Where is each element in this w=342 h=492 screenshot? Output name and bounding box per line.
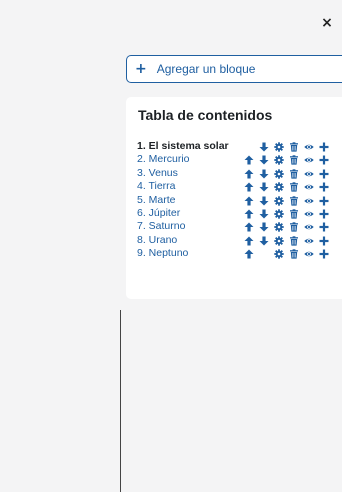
- toc-block: Tabla de contenidos 1. El sistema solar 2…: [126, 97, 342, 299]
- add-block-label: Agregar un bloque: [156, 62, 256, 76]
- visibility-icon[interactable]: [304, 209, 314, 219]
- move-up-icon[interactable]: [244, 182, 254, 192]
- settings-icon[interactable]: [274, 182, 284, 192]
- delete-icon[interactable]: [289, 169, 299, 179]
- move-up-icon[interactable]: [244, 236, 254, 246]
- visibility-icon[interactable]: [304, 182, 314, 192]
- move-down-icon[interactable]: [259, 222, 269, 232]
- move-up-icon[interactable]: [244, 196, 254, 206]
- move-down-icon[interactable]: [259, 142, 269, 152]
- toc-item-label: 1. El sistema solar: [137, 140, 229, 152]
- settings-icon[interactable]: [274, 249, 284, 259]
- settings-icon[interactable]: [274, 195, 284, 206]
- toc-item-label[interactable]: 8. Urano: [137, 234, 177, 246]
- toc-item-label[interactable]: 4. Tierra: [137, 180, 176, 192]
- visibility-icon[interactable]: [304, 142, 314, 152]
- delete-icon[interactable]: [289, 222, 299, 232]
- close-drawer-button[interactable]: ×: [320, 16, 334, 30]
- move-up-icon[interactable]: [244, 155, 254, 165]
- toc-item: 5. Marte: [137, 194, 342, 207]
- add-icon[interactable]: [319, 155, 329, 165]
- delete-icon[interactable]: [289, 155, 299, 165]
- move-down-icon[interactable]: [259, 236, 269, 246]
- add-block-button[interactable]: + Agregar un bloque: [126, 55, 342, 83]
- toc-item-label[interactable]: 2. Mercurio: [137, 153, 190, 165]
- toc-item-label[interactable]: 9. Neptuno: [137, 247, 188, 259]
- add-icon[interactable]: [319, 142, 329, 152]
- toc-item: 2. Mercurio: [137, 153, 342, 166]
- toc-item: 1. El sistema solar: [137, 140, 342, 153]
- delete-icon[interactable]: [289, 236, 299, 246]
- add-icon[interactable]: [319, 169, 329, 179]
- visibility-icon[interactable]: [304, 196, 314, 206]
- settings-icon[interactable]: [274, 222, 284, 233]
- add-icon[interactable]: [319, 249, 329, 259]
- toc-item-label[interactable]: 6. Júpiter: [137, 207, 180, 219]
- settings-icon[interactable]: [274, 142, 284, 152]
- toc-item-label[interactable]: 5. Marte: [137, 194, 176, 206]
- delete-icon[interactable]: [289, 249, 299, 259]
- toc-item: 3. Venus: [137, 167, 342, 180]
- move-down-icon[interactable]: [259, 209, 269, 219]
- delete-icon[interactable]: [289, 142, 299, 152]
- settings-icon[interactable]: [274, 169, 284, 179]
- visibility-icon[interactable]: [304, 169, 314, 179]
- move-down-icon[interactable]: [259, 196, 269, 206]
- move-up-icon[interactable]: [244, 249, 254, 259]
- toc-title: Tabla de contenidos: [138, 107, 273, 123]
- visibility-icon[interactable]: [304, 249, 314, 259]
- toc-item: 6. Júpiter: [137, 207, 342, 220]
- plus-icon: +: [135, 61, 147, 77]
- move-down-icon[interactable]: [259, 182, 269, 192]
- visibility-icon[interactable]: [304, 222, 314, 232]
- move-down-icon[interactable]: [259, 155, 269, 165]
- delete-icon[interactable]: [289, 195, 299, 206]
- toc-item: 9. Neptuno: [137, 247, 342, 260]
- delete-icon[interactable]: [289, 182, 299, 192]
- settings-icon[interactable]: [274, 155, 284, 166]
- toc-item-label[interactable]: 7. Saturno: [137, 220, 185, 232]
- move-up-icon[interactable]: [244, 169, 254, 179]
- move-down-icon[interactable]: [259, 169, 269, 179]
- add-icon[interactable]: [319, 209, 329, 219]
- toc-item: 8. Urano: [137, 234, 342, 247]
- toc-list: 1. El sistema solar 2. Mercurio 3. Venus 4.…: [137, 140, 342, 261]
- toc-item: 7. Saturno: [137, 220, 342, 233]
- add-icon[interactable]: [319, 236, 329, 246]
- settings-icon[interactable]: [274, 209, 284, 219]
- delete-icon[interactable]: [289, 209, 299, 219]
- visibility-icon[interactable]: [304, 236, 314, 246]
- move-up-icon[interactable]: [244, 209, 254, 219]
- add-icon[interactable]: [319, 182, 329, 192]
- add-icon[interactable]: [319, 196, 329, 206]
- visibility-icon[interactable]: [304, 155, 314, 165]
- page-content-area: [0, 0, 121, 492]
- toc-item-label[interactable]: 3. Venus: [137, 167, 178, 179]
- toc-item: 4. Tierra: [137, 180, 342, 193]
- move-up-icon[interactable]: [244, 222, 254, 232]
- add-icon[interactable]: [319, 222, 329, 232]
- settings-icon[interactable]: [274, 236, 284, 246]
